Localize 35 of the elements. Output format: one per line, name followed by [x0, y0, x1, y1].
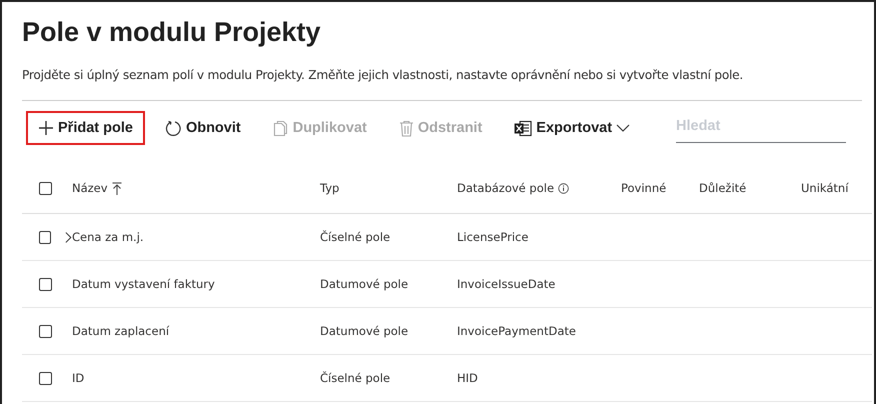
table-cell: Datum vystavení faktury — [72, 277, 215, 291]
row-checkbox[interactable] — [39, 324, 52, 338]
spreadsheet-icon — [514, 120, 532, 136]
chevron-right-icon[interactable] — [64, 230, 72, 244]
row-checkbox[interactable] — [39, 230, 51, 244]
add-button[interactable]: Přidat pole — [26, 111, 145, 145]
refresh-button[interactable]: Obnovit — [152, 111, 253, 145]
trash-icon — [398, 120, 414, 136]
chevron-down-icon — [616, 124, 630, 132]
table-cell: InvoiceIssueDate — [457, 277, 556, 291]
copy-icon — [272, 120, 289, 136]
column-header[interactable]: Povinné — [621, 181, 666, 195]
table-cell: LicensePrice — [457, 230, 528, 244]
column-header[interactable]: Důležité — [699, 181, 746, 195]
page-description: Projděte si úplný seznam polí v modulu Projekty. Změňte jejich vlastnosti, nastavte oprávnění nebo si vytvořte vlastní pole. — [22, 67, 744, 84]
column-header[interactable]: Databázové pole — [457, 181, 554, 195]
table-cell: InvoicePaymentDate — [457, 324, 576, 338]
table-cell: Datumové pole — [320, 277, 408, 291]
refresh-icon — [164, 120, 182, 136]
table-cell: Číselné pole — [320, 371, 390, 385]
page-title: Pole v modulu Projekty — [22, 16, 322, 49]
table-cell: Datumové pole — [320, 324, 408, 338]
table-cell: Cena za m.j. — [72, 230, 144, 244]
export-button[interactable]: Exportovat — [502, 111, 642, 145]
table-cell: Datum zaplacení — [72, 324, 170, 338]
select-all-checkbox[interactable] — [39, 182, 52, 194]
row-checkbox[interactable] — [39, 278, 52, 290]
column-header[interactable]: Unikátní — [801, 181, 848, 195]
table-cell: ID — [72, 371, 84, 385]
table-cell: HID — [457, 371, 478, 385]
plus-icon — [38, 120, 54, 136]
column-header[interactable]: Název — [72, 181, 108, 195]
row-checkbox[interactable] — [39, 372, 52, 384]
table-cell: Číselné pole — [320, 230, 390, 244]
column-header[interactable]: Typ — [320, 181, 340, 195]
